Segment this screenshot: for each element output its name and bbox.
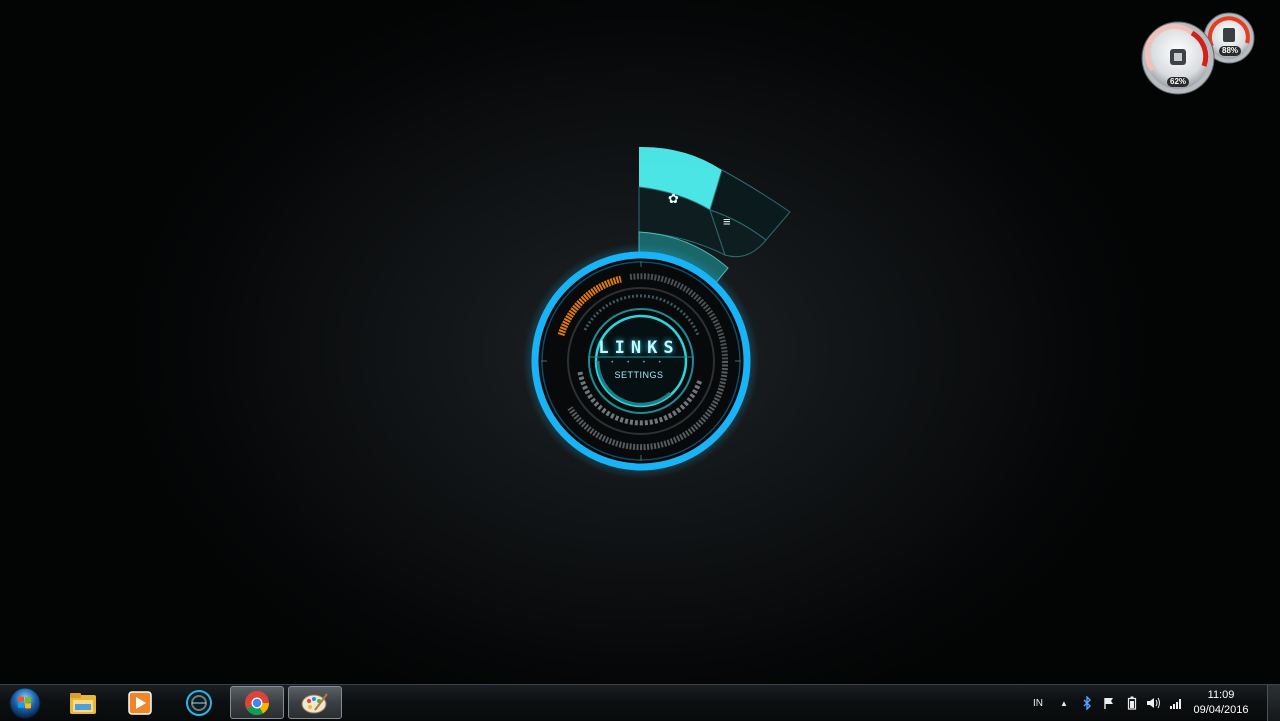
taskbar-paint-button[interactable]: [288, 686, 342, 719]
clock[interactable]: 11:09 09/04/2016: [1186, 688, 1256, 718]
taskbar-media-player-button[interactable]: [113, 686, 167, 719]
battery-icon[interactable]: [1124, 685, 1140, 721]
play-icon: [128, 690, 152, 715]
volume-icon[interactable]: [1145, 685, 1163, 721]
taskbar-chrome-button[interactable]: [230, 686, 284, 719]
taskbar-rainmeter-button[interactable]: [172, 686, 226, 719]
taskbar-explorer-button[interactable]: [56, 686, 110, 719]
windows-logo-icon: [9, 687, 41, 719]
language-indicator[interactable]: IN: [1030, 685, 1046, 721]
cpu-meter-gadget[interactable]: 62% 88%: [1138, 8, 1258, 98]
clock-date: 09/04/2016: [1193, 704, 1249, 716]
hud-title: LINKS: [598, 338, 680, 358]
start-button[interactable]: [4, 686, 46, 720]
settings-label[interactable]: SETTINGS: [584, 370, 694, 380]
bluetooth-icon[interactable]: [1079, 685, 1095, 721]
hud-dots: • • • •: [611, 360, 667, 366]
clock-time: 11:09: [1207, 689, 1235, 701]
palette-icon: [301, 692, 328, 713]
show-hidden-icons-icon[interactable]: ▲: [1057, 685, 1071, 721]
hud-launcher[interactable]: ✿ ≡ LINKS • • • • SETTINGS: [520, 140, 810, 480]
memory-percent-label: 88%: [1219, 46, 1242, 56]
taskbar: IN ▲ 11:09 09/04/2016: [0, 684, 1280, 721]
gear-ring-icon: [186, 689, 212, 716]
list-icon[interactable]: ≡: [723, 215, 731, 228]
network-signal-icon[interactable]: [1168, 685, 1184, 721]
cpu-percent-label: 62%: [1167, 77, 1190, 87]
show-desktop-button[interactable]: [1267, 685, 1280, 721]
desktop: 62% 88% ✿ ≡ LINKS • • • • SETTINGS: [0, 0, 1280, 684]
action-center-flag-icon[interactable]: [1101, 685, 1117, 721]
folder-icon: [70, 692, 96, 714]
chrome-icon: [245, 690, 269, 715]
gear-icon[interactable]: ✿: [668, 192, 679, 205]
